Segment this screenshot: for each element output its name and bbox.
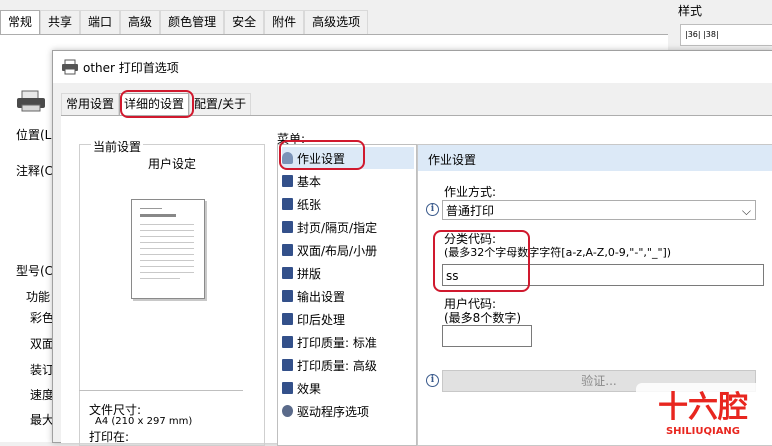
job-mode-value: 普通打印 xyxy=(446,204,495,218)
panel-title: 作业设置 xyxy=(428,153,477,167)
cover-page-icon xyxy=(282,221,293,233)
file-size-value: A4 (210 x 297 mm) xyxy=(95,416,193,427)
gear-icon xyxy=(282,405,293,417)
svg-text:十六腔: 十六腔 xyxy=(658,390,748,425)
menu-item-quality-advanced[interactable]: 打印质量: 高级 xyxy=(282,354,414,376)
duplex-label: 双面 xyxy=(30,337,55,351)
print-on-label: 打印在: xyxy=(89,430,130,444)
back-tab-advanced-options[interactable]: 高级选项 xyxy=(304,10,369,34)
imposition-icon xyxy=(282,267,293,279)
divider xyxy=(79,390,243,391)
color-label: 彩色 xyxy=(30,311,55,325)
highlight-job-settings xyxy=(279,140,365,170)
quality-advanced-icon xyxy=(282,359,293,371)
window-title: other 打印首选项 xyxy=(83,61,179,75)
style-label: 样式 xyxy=(678,4,703,18)
model-label: 型号(C xyxy=(16,264,54,278)
comment-label: 注释(C xyxy=(16,164,54,178)
menu-item-basic[interactable]: 基本 xyxy=(282,170,414,192)
menu-item-paper[interactable]: 纸张 xyxy=(282,193,414,215)
back-tab-color-management[interactable]: 颜色管理 xyxy=(160,10,225,34)
quality-icon xyxy=(282,336,293,348)
menu-item-finishing[interactable]: 印后处理 xyxy=(282,308,414,330)
svg-text:SHILIUQIANG: SHILIUQIANG xyxy=(666,426,740,437)
menu-item-imposition[interactable]: 拼版 xyxy=(282,262,414,284)
features-label: 功能 xyxy=(26,290,51,304)
printer-icon xyxy=(17,90,45,112)
current-settings-title: 当前设置 xyxy=(91,138,144,155)
speed-label: 速度 xyxy=(30,388,55,402)
shiliuqiang-logo: 十六腔 SHILIUQIANG xyxy=(636,383,770,439)
menu-item-quality-standard[interactable]: 打印质量: 标准 xyxy=(282,331,414,353)
back-tab-security[interactable]: 安全 xyxy=(224,10,265,34)
current-setting-name: 用户设定 xyxy=(147,157,196,171)
ruler-text: |36| |38| xyxy=(685,30,719,39)
tab-config-about[interactable]: 配置/关于 xyxy=(189,93,252,115)
title-bar: other 打印首选项 xyxy=(53,51,772,83)
max-label: 最大 xyxy=(30,413,55,427)
user-code-hint: (最多8个数字) xyxy=(444,311,521,325)
page-preview xyxy=(131,199,205,299)
tab-common-settings[interactable]: 常用设置 xyxy=(61,93,120,115)
back-tab-bar: 常规 共享 端口 高级 颜色管理 安全 附件 高级选项 xyxy=(0,10,410,35)
menu-item-effects[interactable]: 效果 xyxy=(282,377,414,399)
paper-icon xyxy=(282,198,293,210)
menu-item-driver-options[interactable]: 驱动程序选项 xyxy=(282,400,414,422)
ruler: |36| |38| xyxy=(680,24,772,46)
back-tab-ports[interactable]: 端口 xyxy=(80,10,121,34)
effects-icon xyxy=(282,382,293,394)
panel-header: 作业设置 xyxy=(418,145,772,171)
back-tab-advanced[interactable]: 高级 xyxy=(120,10,161,34)
duplex-icon xyxy=(282,244,293,256)
printer-icon xyxy=(62,59,78,75)
highlight-class-code xyxy=(433,230,530,292)
back-tab-general[interactable]: 常规 xyxy=(0,10,41,35)
menu-item-duplex-layout[interactable]: 双面/布局/小册 xyxy=(282,239,414,261)
info-icon[interactable]: i xyxy=(426,203,439,216)
finishing-icon xyxy=(282,313,293,325)
document-icon xyxy=(282,175,293,187)
chevron-down-icon: ⌵ xyxy=(741,204,751,218)
location-label: 位置(L xyxy=(16,128,52,142)
back-tab-sharing[interactable]: 共享 xyxy=(40,10,81,34)
menu-item-output-settings[interactable]: 输出设置 xyxy=(282,285,414,307)
menu-list: 作业设置 基本 纸张 封页/隔页/指定 双面/布局/小册 拼版 输出设置 印后处… xyxy=(277,144,417,446)
job-mode-label: 作业方式: xyxy=(444,185,497,199)
output-icon xyxy=(282,290,293,302)
staple-label: 装订 xyxy=(30,363,55,377)
job-mode-select[interactable]: 普通打印 ⌵ xyxy=(442,200,756,220)
back-tab-attachments[interactable]: 附件 xyxy=(264,10,305,34)
info-icon[interactable]: i xyxy=(426,374,439,387)
user-code-input[interactable] xyxy=(442,325,532,347)
menu-item-cover-pages[interactable]: 封页/隔页/指定 xyxy=(282,216,414,238)
highlight-detailed-tab xyxy=(120,90,194,118)
